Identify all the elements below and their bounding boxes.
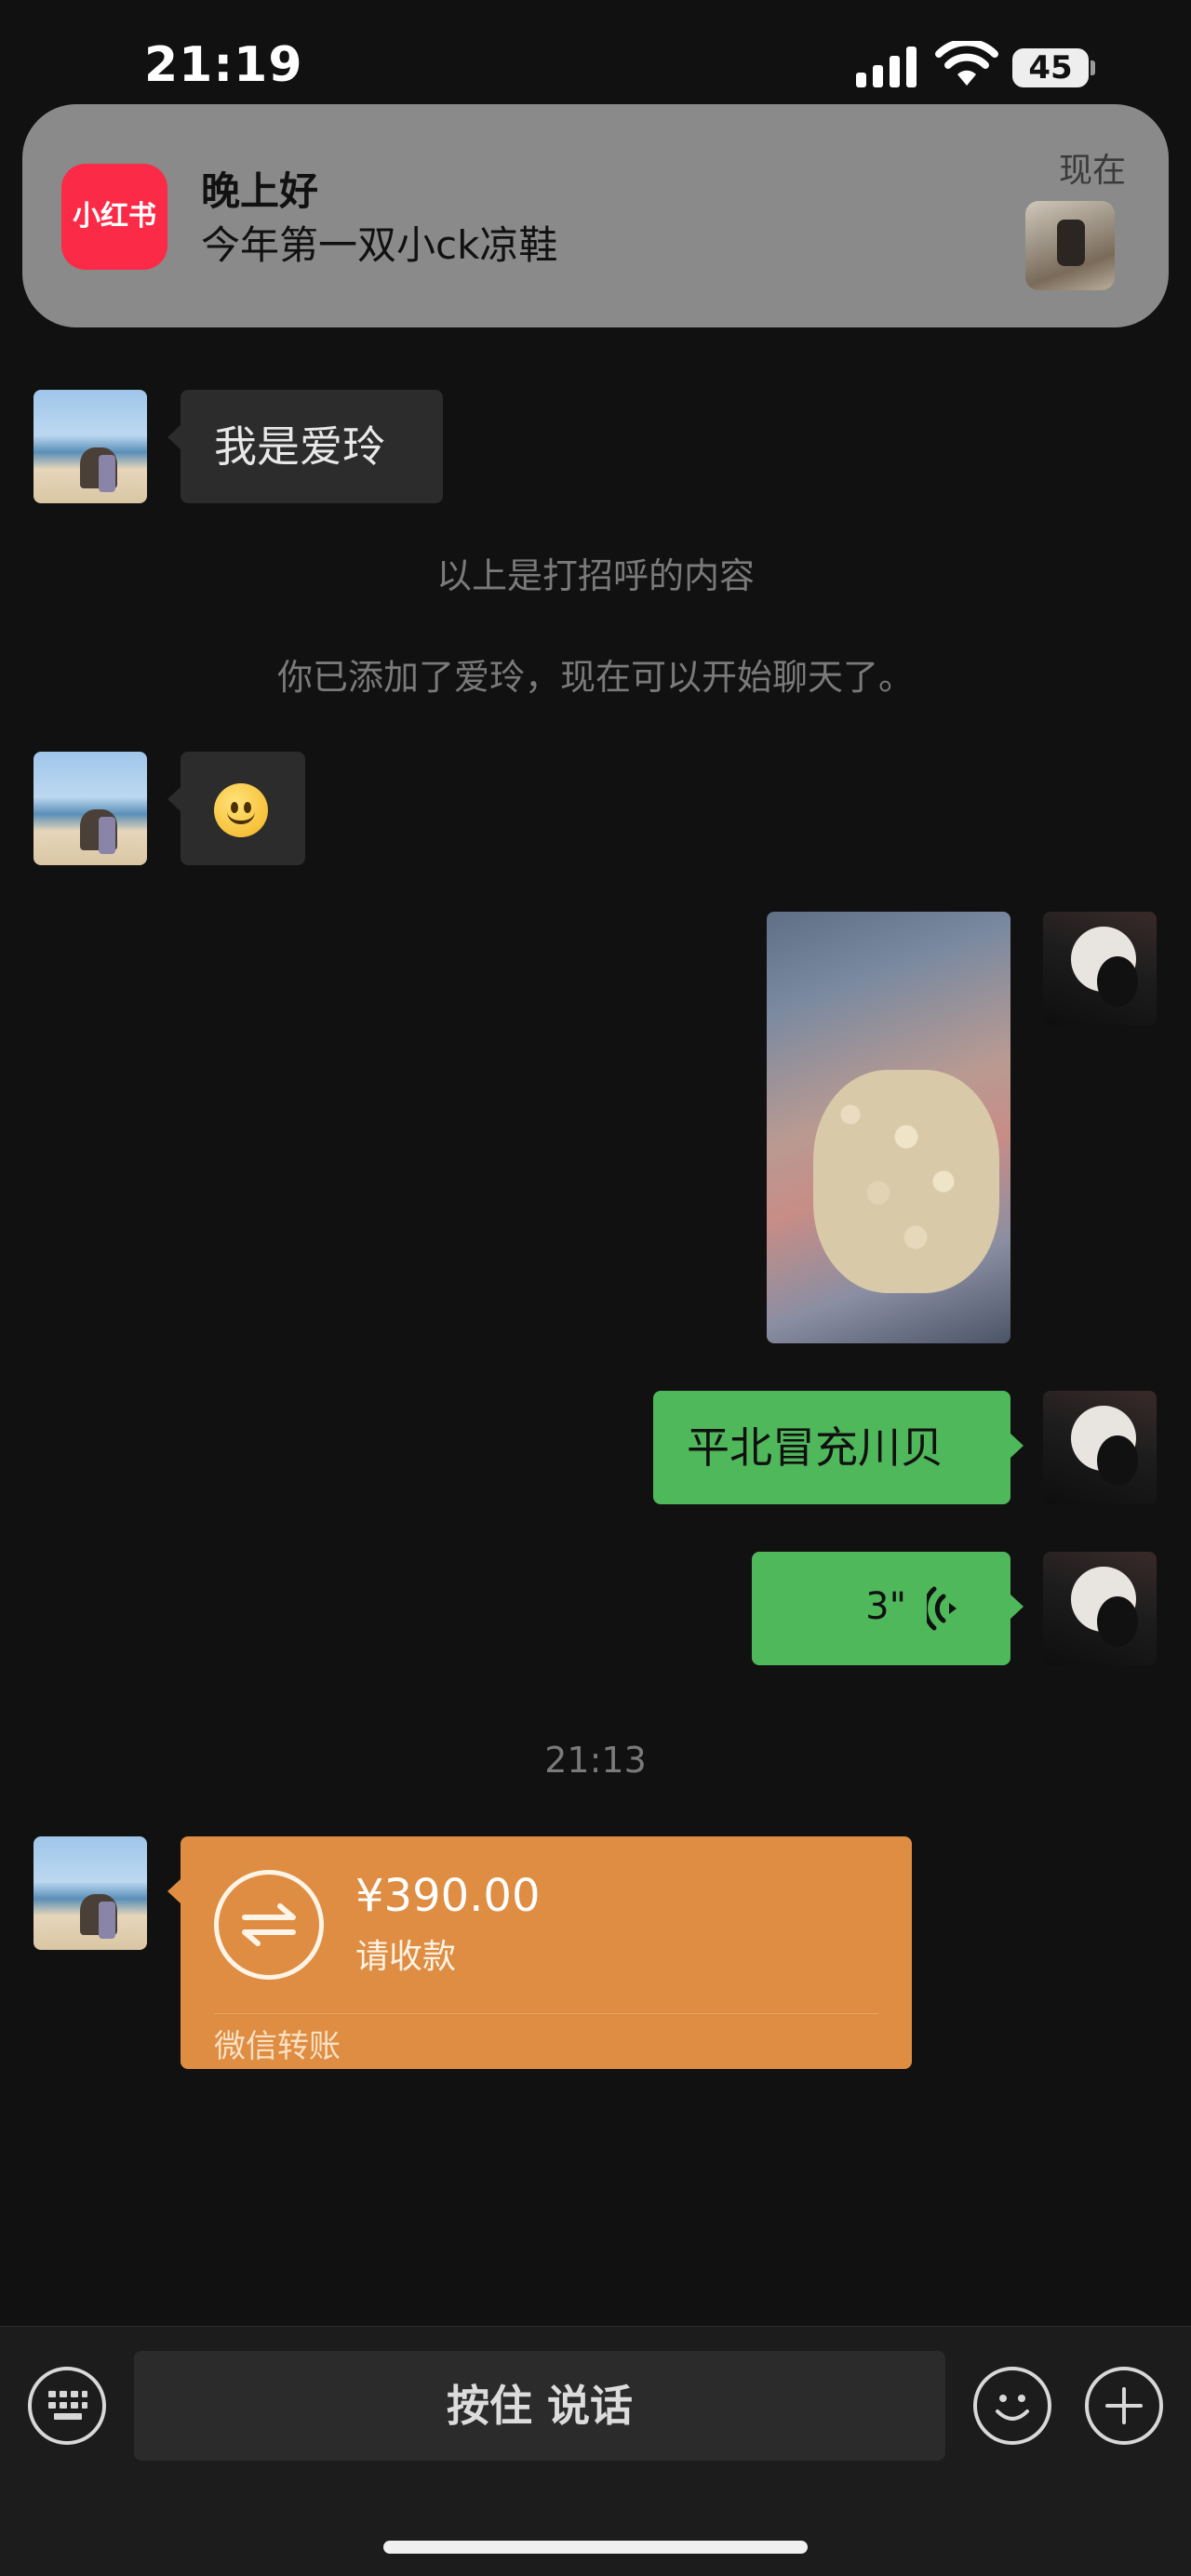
notification-title: 晚上好 [201,168,319,214]
my-avatar[interactable] [1043,1391,1157,1504]
transfer-amount: ¥390.00 [355,1870,541,1922]
chat-timestamp: 21:13 [544,1740,647,1781]
system-greeting-note: 以上是打招呼的内容 [435,555,755,596]
voice-wave-icon [927,1586,957,1631]
system-added-note: 你已添加了爱玲，现在可以开始聊天了。 [276,657,914,698]
transfer-label: 微信转账 [214,2028,341,2065]
battery-level: 45 [1012,48,1089,87]
contact-avatar[interactable] [33,1836,147,1950]
transfer-arrows-icon [214,1870,324,1980]
divider [214,2013,878,2014]
smile-emoji-icon [214,783,268,837]
wifi-icon [935,41,998,86]
signal-icon [856,47,917,87]
chat-input-bar: 按住 说话 [0,2326,1191,2576]
notification-thumbnail [1025,201,1115,290]
hold-to-talk-button[interactable]: 按住 说话 [134,2351,945,2461]
contact-avatar[interactable] [33,390,147,503]
incoming-emoji-bubble[interactable] [167,752,305,865]
status-bar: 21:19 45 [0,0,1191,102]
my-avatar[interactable] [1043,912,1157,1025]
voice-duration: 3" [865,1585,906,1628]
notification-body: 今年第一双小ck凉鞋 [201,222,558,268]
home-indicator[interactable] [383,2541,808,2554]
contact-avatar[interactable] [33,752,147,865]
outgoing-message-bubble[interactable]: 平北冒充川贝 [653,1391,1024,1504]
battery-icon: 45 [1012,48,1095,89]
notification-time: 现在 [1058,152,1126,190]
message-text: 平北冒充川贝 [687,1422,943,1473]
emoji-icon[interactable] [973,2367,1051,2445]
keyboard-icon[interactable] [28,2367,106,2445]
wechat-transfer-card[interactable]: ¥390.00 请收款 微信转账 [167,1836,912,2069]
message-text: 我是爱玲 [214,421,385,472]
plus-icon[interactable] [1085,2367,1163,2445]
voice-message-bubble[interactable]: 3" [752,1552,1024,1665]
my-avatar[interactable] [1043,1552,1157,1665]
incoming-message-bubble[interactable]: 我是爱玲 [167,390,443,503]
status-time: 21:19 [144,37,303,93]
xiaohongshu-app-icon: 小红书 [61,164,167,270]
sent-photo[interactable] [767,912,1010,1343]
notification-banner[interactable]: 小红书 晚上好 今年第一双小ck凉鞋 现在 [22,104,1169,327]
transfer-status: 请收款 [355,1938,457,1976]
